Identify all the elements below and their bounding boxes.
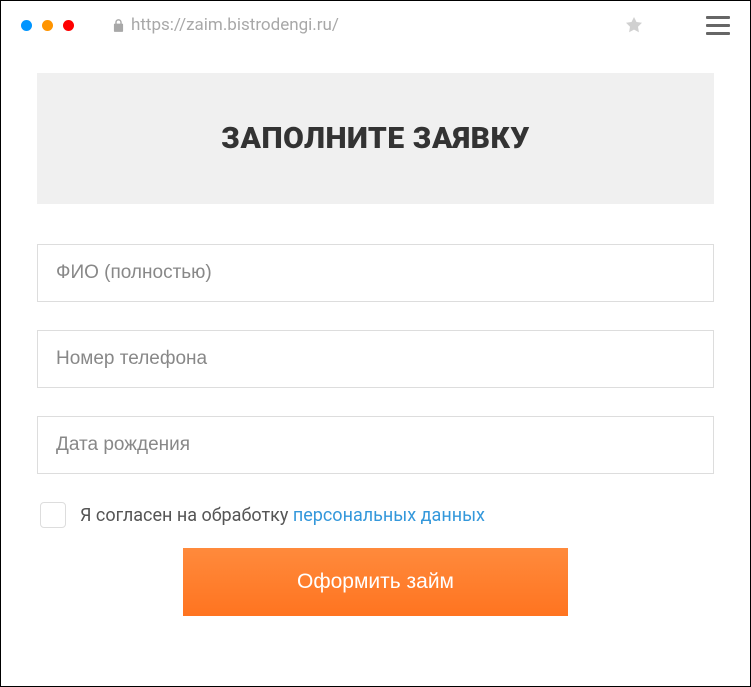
consent-row: Я согласен на обработку персональных дан… bbox=[37, 502, 714, 528]
fullname-input[interactable] bbox=[37, 244, 714, 302]
menu-icon[interactable] bbox=[706, 16, 730, 35]
maximize-window-button[interactable] bbox=[63, 20, 74, 31]
close-window-button[interactable] bbox=[21, 20, 32, 31]
bookmark-star-icon[interactable] bbox=[626, 17, 642, 33]
url-text: https://zaim.bistrodengi.ru/ bbox=[131, 15, 339, 35]
phone-input[interactable] bbox=[37, 330, 714, 388]
address-bar[interactable]: https://zaim.bistrodengi.ru/ bbox=[112, 15, 642, 35]
browser-bar: https://zaim.bistrodengi.ru/ bbox=[1, 1, 750, 49]
header-panel: ЗАПОЛНИТЕ ЗАЯВКУ bbox=[37, 73, 714, 204]
birthdate-input[interactable] bbox=[37, 416, 714, 474]
page-content: ЗАПОЛНИТЕ ЗАЯВКУ Я согласен на обработку… bbox=[1, 49, 750, 616]
window-controls bbox=[21, 20, 74, 31]
personal-data-link[interactable]: персональных данных bbox=[293, 505, 485, 526]
lock-icon bbox=[112, 18, 125, 33]
consent-label: Я согласен на обработку персональных дан… bbox=[80, 505, 485, 526]
consent-checkbox[interactable] bbox=[40, 502, 66, 528]
minimize-window-button[interactable] bbox=[42, 20, 53, 31]
consent-text-prefix: Я согласен на обработку bbox=[80, 505, 293, 526]
submit-button[interactable]: Оформить займ bbox=[183, 548, 568, 616]
page-title: ЗАПОЛНИТЕ ЗАЯВКУ bbox=[57, 121, 694, 156]
